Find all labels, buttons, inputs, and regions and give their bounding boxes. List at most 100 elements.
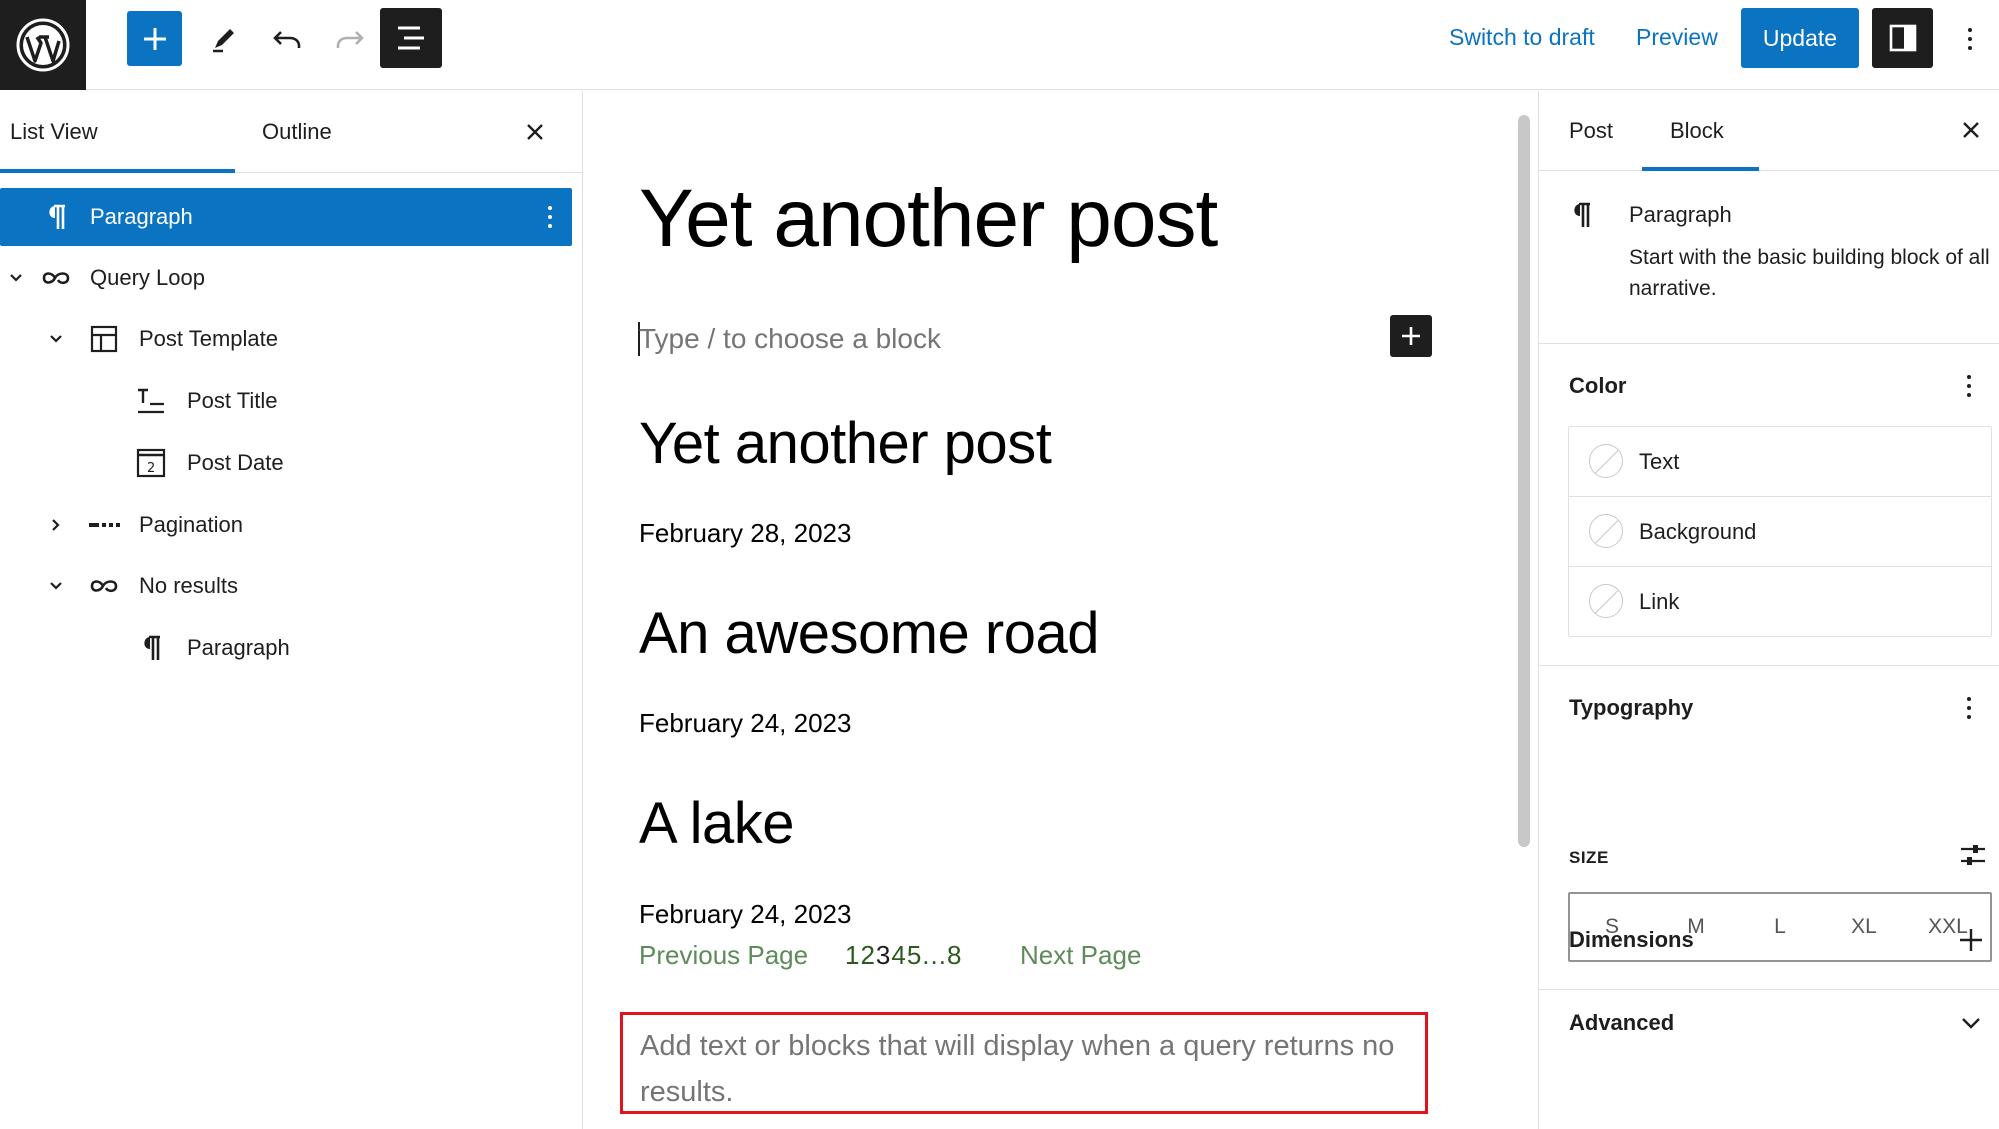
undo-button[interactable] [259, 11, 314, 66]
color-item-label: Text [1639, 449, 1680, 474]
query-post-date[interactable]: February 24, 2023 [639, 899, 851, 930]
more-vertical-icon[interactable] [1963, 370, 1975, 402]
settings-sliders-icon [1961, 845, 1985, 865]
pencil-icon [212, 28, 234, 52]
paragraph-icon [135, 632, 167, 664]
list-item-post-template[interactable]: Post Template [0, 310, 572, 368]
wordpress-logo-icon[interactable] [0, 0, 86, 90]
page-numbers[interactable]: 12345...8 [845, 940, 962, 971]
pagination-icon [88, 509, 120, 541]
close-icon [527, 124, 543, 140]
plus-icon[interactable] [1957, 926, 1985, 954]
tab-block[interactable]: Block [1670, 118, 1724, 144]
list-item-label: Post Title [187, 388, 278, 413]
block-options-button[interactable] [542, 200, 558, 234]
list-item-post-date[interactable]: 2 Post Date [0, 434, 572, 492]
loop-icon [88, 570, 120, 602]
close-settings-button[interactable] [1956, 115, 1986, 145]
query-post-title[interactable]: An awesome road [639, 600, 1099, 667]
sidebar-tabs: Post Block [1539, 91, 1999, 171]
no-results-paragraph[interactable]: Add text or blocks that will display whe… [620, 1012, 1428, 1114]
plus-icon [1402, 327, 1420, 345]
add-block-button[interactable] [127, 11, 182, 66]
active-tab-indicator [1642, 167, 1759, 171]
tools-button[interactable] [196, 11, 251, 66]
close-icon [1963, 122, 1979, 138]
list-item-label: Post Date [187, 450, 284, 475]
color-swatch [1589, 514, 1623, 548]
paragraph-icon [40, 201, 72, 233]
chevron-right-icon[interactable] [46, 515, 66, 535]
sidebar-icon [1889, 24, 1916, 52]
list-item-paragraph[interactable]: Paragraph [0, 619, 572, 677]
list-item-query-loop[interactable]: Query Loop [0, 249, 572, 307]
current-page-number: 3 [875, 940, 892, 970]
list-view-panel: List View Outline Paragraph Query Loop P… [0, 91, 583, 1129]
tab-outline[interactable]: Outline [262, 119, 332, 145]
more-vertical-icon[interactable] [1963, 692, 1975, 724]
list-item-pagination[interactable]: Pagination [0, 496, 572, 554]
color-item-label: Background [1639, 519, 1757, 544]
chevron-down-icon[interactable] [46, 576, 66, 596]
editor-scrollbar[interactable] [1518, 115, 1530, 847]
update-button[interactable]: Update [1741, 8, 1859, 68]
block-description: Start with the basic building block of a… [1629, 246, 1990, 300]
font-size-option[interactable]: L [1738, 894, 1822, 960]
page-numbers-after[interactable]: 45...8 [891, 940, 962, 970]
settings-toggle-button[interactable] [1872, 8, 1933, 68]
layout-icon [88, 323, 120, 355]
options-menu-button[interactable] [1952, 14, 1988, 64]
title-icon [135, 385, 167, 417]
font-size-option[interactable]: XL [1822, 894, 1906, 960]
color-item-text[interactable]: Text [1569, 427, 1991, 497]
close-list-view-button[interactable] [520, 117, 550, 147]
list-item-paragraph[interactable]: Paragraph [0, 188, 572, 246]
preview-link[interactable]: Preview [1636, 24, 1718, 51]
custom-size-toggle[interactable] [1958, 840, 1988, 870]
tab-post[interactable]: Post [1569, 118, 1613, 144]
query-post-title[interactable]: Yet another post [639, 410, 1052, 477]
chevron-down-icon[interactable] [1957, 1009, 1985, 1037]
block-placeholder[interactable]: Type / to choose a block [639, 323, 941, 355]
undo-icon [272, 30, 300, 48]
divider [1539, 665, 1999, 666]
plus-icon [143, 27, 166, 50]
color-settings: Text Background Link [1568, 426, 1992, 637]
advanced-section-title[interactable]: Advanced [1569, 1010, 1674, 1036]
loop-icon [40, 262, 72, 294]
previous-page-link[interactable]: Previous Page [639, 940, 808, 971]
list-item-label: Paragraph [187, 635, 290, 660]
svg-text:2: 2 [147, 461, 155, 476]
list-view-toggle-button[interactable] [380, 8, 442, 68]
list-item-no-results[interactable]: No results [0, 557, 572, 615]
color-item-link[interactable]: Link [1569, 567, 1991, 637]
active-tab-indicator [0, 169, 235, 173]
switch-to-draft-link[interactable]: Switch to draft [1449, 24, 1595, 51]
page-numbers-before[interactable]: 12 [845, 940, 876, 970]
query-post-date[interactable]: February 28, 2023 [639, 518, 851, 549]
query-post-date[interactable]: February 24, 2023 [639, 708, 851, 739]
post-title-heading[interactable]: Yet another post [639, 172, 1218, 266]
font-size-label: SIZE [1569, 848, 1609, 867]
inline-add-block-button[interactable] [1390, 315, 1432, 357]
chevron-down-icon[interactable] [6, 268, 26, 288]
color-swatch [1589, 444, 1623, 478]
chevron-down-icon[interactable] [46, 329, 66, 349]
color-item-label: Link [1639, 589, 1680, 614]
list-item-post-title[interactable]: Post Title [0, 372, 572, 430]
color-swatch [1589, 584, 1623, 618]
tab-list-view[interactable]: List View [10, 119, 98, 145]
list-item-label: Pagination [139, 512, 243, 537]
list-view-icon [398, 26, 424, 50]
list-item-label: Query Loop [90, 265, 205, 290]
query-post-title[interactable]: A lake [639, 790, 795, 857]
redo-button[interactable] [322, 11, 377, 66]
paragraph-icon [1569, 200, 1593, 235]
block-card: Paragraph Start with the basic building … [1539, 172, 1999, 344]
color-item-background[interactable]: Background [1569, 497, 1991, 567]
dimensions-section-title[interactable]: Dimensions [1569, 927, 1694, 953]
list-item-label: Paragraph [90, 204, 193, 229]
color-section-title: Color [1569, 373, 1627, 398]
list-item-label: Post Template [139, 326, 279, 351]
next-page-link[interactable]: Next Page [1020, 940, 1141, 971]
